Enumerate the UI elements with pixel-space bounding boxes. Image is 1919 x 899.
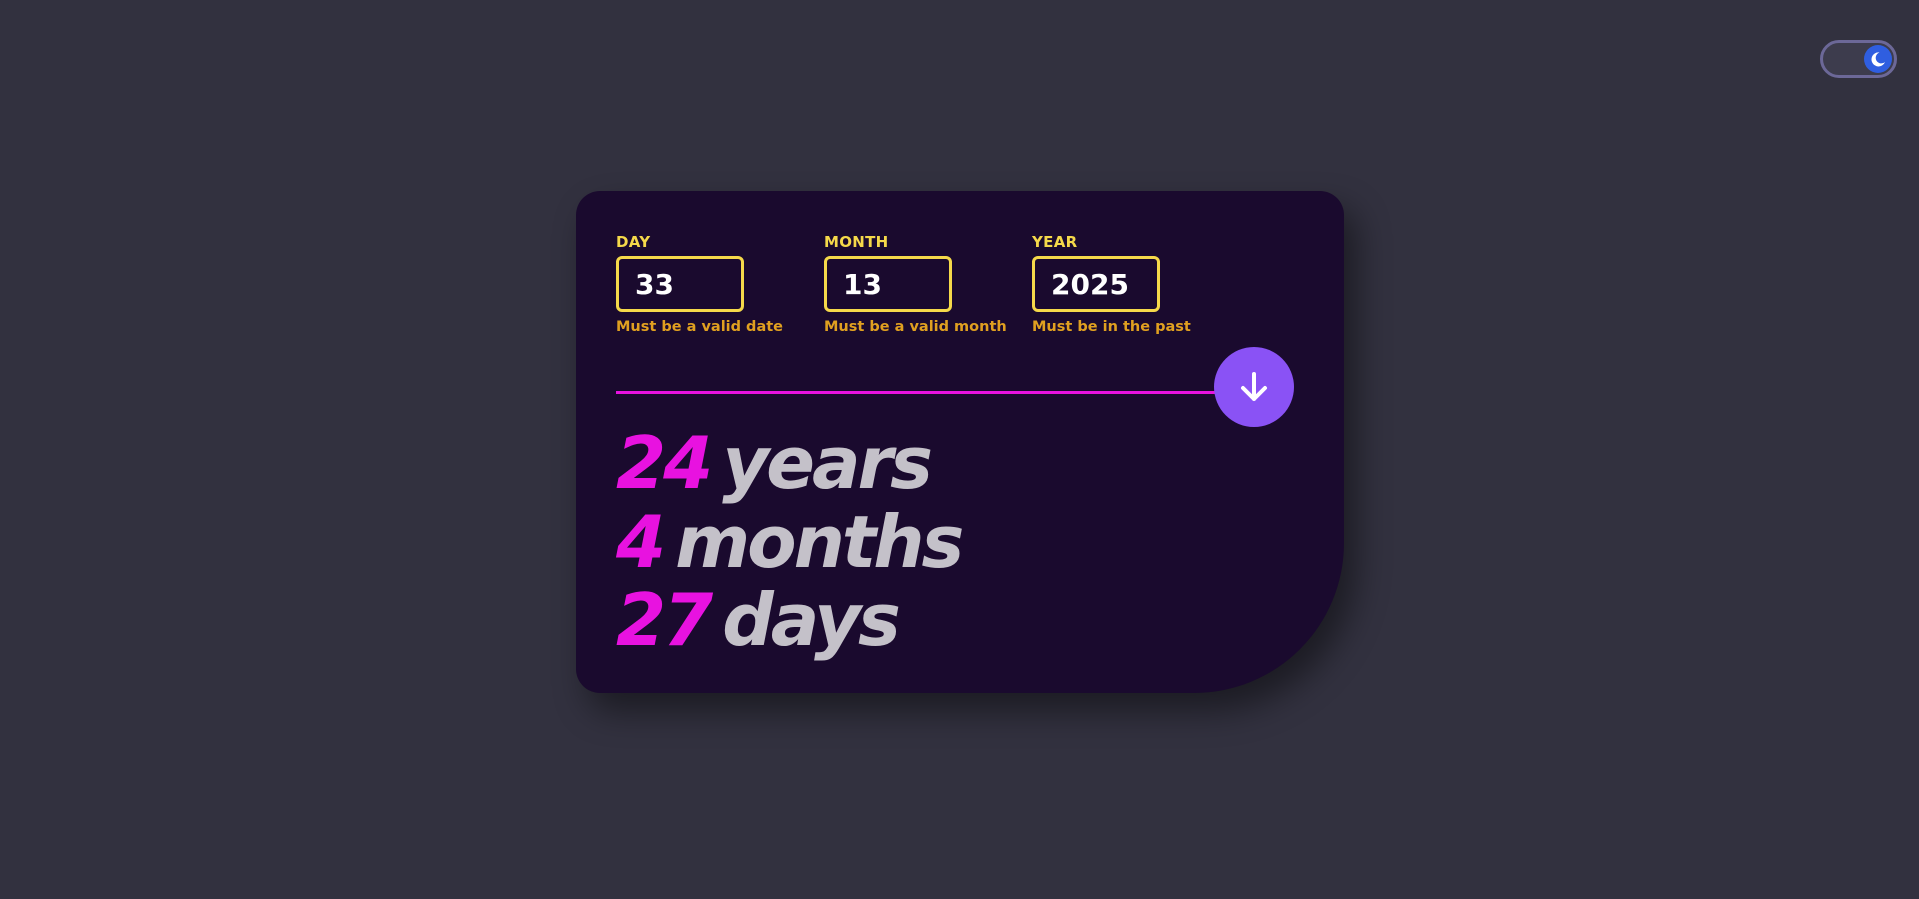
age-calculator-card: DAY Must be a valid date MONTH Must be a…	[576, 191, 1344, 693]
months-value: 4	[616, 500, 666, 584]
result-years: 24 years	[616, 421, 933, 505]
day-error: Must be a valid date	[616, 319, 783, 335]
day-field: DAY Must be a valid date	[616, 233, 783, 335]
days-value: 27	[616, 578, 713, 662]
year-input[interactable]	[1032, 256, 1160, 312]
years-value: 24	[616, 421, 713, 505]
toggle-knob[interactable]	[1864, 45, 1892, 73]
months-unit: months	[675, 500, 964, 584]
arrow-down-icon	[1241, 372, 1267, 401]
moon-icon	[1871, 52, 1885, 67]
year-label: YEAR	[1032, 233, 1078, 251]
theme-toggle[interactable]	[1820, 40, 1897, 78]
year-error: Must be in the past	[1032, 319, 1191, 335]
days-unit: days	[722, 578, 901, 662]
submit-button[interactable]	[1214, 347, 1294, 427]
day-label: DAY	[616, 233, 651, 251]
divider	[616, 391, 1236, 394]
month-input[interactable]	[824, 256, 952, 312]
result-months: 4 months	[616, 500, 964, 584]
month-field: MONTH Must be a valid month	[824, 233, 1007, 335]
month-error: Must be a valid month	[824, 319, 1007, 335]
year-field: YEAR Must be in the past	[1032, 233, 1191, 335]
result-days: 27 days	[616, 578, 901, 662]
day-input[interactable]	[616, 256, 744, 312]
years-unit: years	[722, 421, 933, 505]
month-label: MONTH	[824, 233, 889, 251]
